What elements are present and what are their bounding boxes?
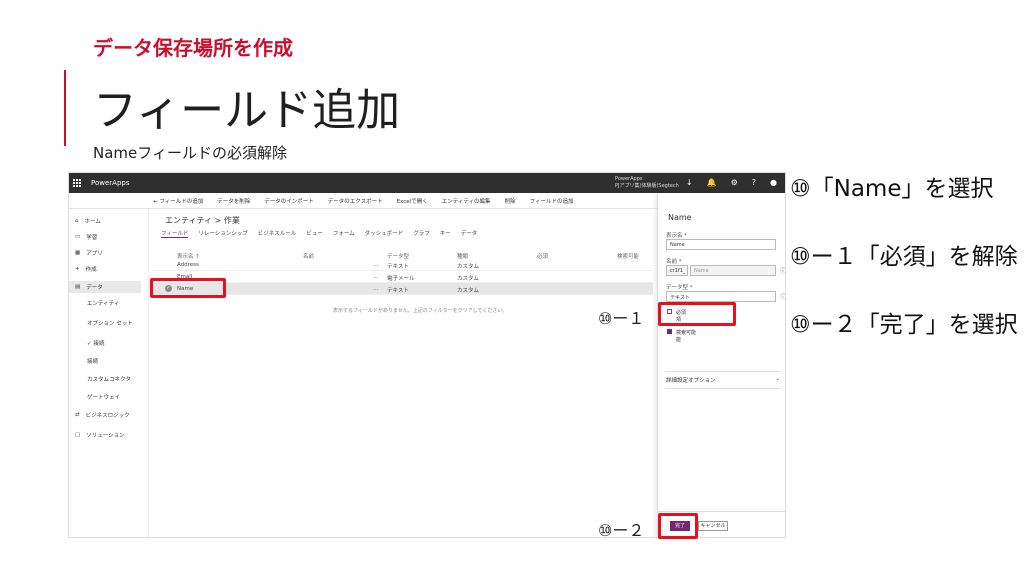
top-icons: ↓ 🔔 ⚙ ? ● xyxy=(686,178,777,187)
data-type-label: データ型 * xyxy=(666,285,693,291)
home-icon: ⌂ xyxy=(75,218,79,224)
searchable-box[interactable] xyxy=(667,329,672,334)
highlight-name-row xyxy=(150,278,226,298)
toolbar-delete-data[interactable]: データを削除 xyxy=(217,197,250,205)
sidebar-item-custom-connectors[interactable]: カスタムコネクタ xyxy=(87,375,159,383)
entity-main: エンティティ > 作業 フィールド リレーションシップ ビジネスルール ビュー … xyxy=(153,209,653,537)
tab-dashboards[interactable]: ダッシュボード xyxy=(365,229,404,238)
tab-business-rules[interactable]: ビジネスルール xyxy=(258,229,297,238)
toolbar-edit-entity[interactable]: エンティティの編集 xyxy=(442,197,491,205)
book-icon: ▭ xyxy=(75,234,81,240)
flow-icon: ⇄ xyxy=(75,412,80,418)
sidebar-item-home[interactable]: ⌂ ホーム xyxy=(75,217,147,225)
toolbar-export[interactable]: データのエクスポート xyxy=(328,197,383,205)
name-label: 名前 * xyxy=(666,259,682,265)
name-input: Name xyxy=(690,265,776,276)
cancel-button[interactable]: キャンセル xyxy=(698,521,728,531)
table-row[interactable]: Address … テキスト カスタム xyxy=(153,259,653,271)
sidebar-item-connect[interactable]: 接続 xyxy=(87,357,159,365)
gear-icon[interactable]: ⚙ xyxy=(731,178,738,187)
toolbar-add-field-2[interactable]: フィールドの追加 xyxy=(530,197,574,205)
entity-breadcrumb: エンティティ > 作業 xyxy=(165,216,240,225)
sidebar-item-option-sets[interactable]: オプション セット xyxy=(87,319,159,327)
table-header: 表示名 ↑ 名前 データ型 種類 必須 検索可能 xyxy=(177,254,640,260)
plus-icon: + xyxy=(75,266,80,272)
solution-icon: ▢ xyxy=(75,432,81,438)
panel-title: Name xyxy=(668,213,692,222)
help-icon[interactable]: ? xyxy=(752,178,756,187)
display-name-label: 表示名 * xyxy=(666,233,687,239)
instruction-2: ⑩ー１「必須」を解除 xyxy=(790,244,1018,270)
left-nav: ⌂ ホーム ▭ 学習 ▦ アプリ + 作成 ▤ データ エンティティ オプション セット … xyxy=(69,209,149,537)
powerapps-screenshot: PowerApps PowerApps PJアプリ集(体験版)Segtech ↓… xyxy=(68,172,786,538)
advanced-options[interactable]: 詳細設定オプション ⌄ xyxy=(666,371,780,389)
sidebar-item-data[interactable]: ▤ データ xyxy=(69,281,141,293)
entity-tabs: フィールド リレーションシップ ビジネスルール ビュー フォーム ダッシュボード… xyxy=(161,229,477,238)
table-row[interactable]: Email … 電子メール カスタム xyxy=(153,271,653,283)
database-icon: ▤ xyxy=(75,284,81,290)
environment-label[interactable]: PowerApps PJアプリ集(体験版)Segtech xyxy=(615,176,679,190)
sidebar-item-connections[interactable]: ✓ 接続 xyxy=(87,339,159,347)
sidebar-item-business-logic[interactable]: ⇄ ビジネスロジック xyxy=(75,411,147,419)
info-icon[interactable]: ⓘ xyxy=(780,292,785,301)
slide-subtitle: データ保存場所を作成 xyxy=(93,36,293,60)
highlight-required-checkbox xyxy=(658,302,736,326)
toolbar-open-excel[interactable]: Excelで開く xyxy=(397,197,428,205)
bell-icon[interactable]: 🔔 xyxy=(707,178,717,187)
tab-forms[interactable]: フォーム xyxy=(333,229,355,238)
instruction-1: ⑩「Name」を選択 xyxy=(790,176,994,202)
sidebar-item-learn[interactable]: ▭ 学習 xyxy=(75,233,147,241)
toolbar-import[interactable]: データのインポート xyxy=(264,197,314,205)
callout-label-1: ⑩ー１ xyxy=(598,309,645,328)
tab-keys[interactable]: キー xyxy=(440,229,451,238)
sidebar-item-apps[interactable]: ▦ アプリ xyxy=(75,249,147,257)
slide-caption: Nameフィールドの必須解除 xyxy=(93,144,287,162)
download-icon[interactable]: ↓ xyxy=(686,178,693,187)
sidebar-item-gateways[interactable]: ゲートウェイ xyxy=(87,393,159,401)
chevron-down-icon: ⌄ xyxy=(775,376,780,382)
top-bar: PowerApps PowerApps PJアプリ集(体験版)Segtech ↓… xyxy=(69,173,785,193)
table-row-selected[interactable]: ✓ Name … テキスト カスタム xyxy=(153,283,653,295)
table-note: 表示するフィールドがありません。上記のフィルターをクリアしてください。 xyxy=(333,308,508,314)
sidebar-item-entities[interactable]: エンティティ xyxy=(87,299,159,307)
tab-relationships[interactable]: リレーションシップ xyxy=(198,229,247,238)
sidebar-item-create[interactable]: + 作成 xyxy=(75,265,147,273)
field-panel: Name 表示名 * Name 名前 * cr1f1_ Name ⓘ データ型 … xyxy=(657,193,785,537)
sidebar-item-solutions[interactable]: ▢ ソリューション xyxy=(75,431,147,439)
tab-fields[interactable]: フィールド xyxy=(161,229,189,238)
app-name[interactable]: PowerApps xyxy=(91,179,130,187)
display-name-input[interactable]: Name xyxy=(666,239,776,250)
info-icon[interactable]: ⓘ xyxy=(780,266,785,275)
apps-icon: ▦ xyxy=(75,250,81,256)
tab-charts[interactable]: グラフ xyxy=(413,229,430,238)
tab-data[interactable]: データ xyxy=(461,229,478,238)
avatar[interactable]: ● xyxy=(770,178,777,187)
waffle-icon[interactable] xyxy=(73,179,81,187)
instructions: ⑩「Name」を選択 ⑩ー１「必須」を解除 ⑩ー２「完了」を選択 xyxy=(790,172,1020,376)
toolbar-delete[interactable]: 削除 xyxy=(505,197,516,205)
slide-title: フィールド追加 xyxy=(93,85,401,136)
tab-views[interactable]: ビュー xyxy=(306,229,323,238)
toolbar-add-field[interactable]: ← フィールドの追加 xyxy=(153,197,203,205)
prefix-input: cr1f1_ xyxy=(666,265,688,276)
highlight-done-button xyxy=(658,513,698,539)
callout-label-2: ⑩ー２ xyxy=(598,521,645,540)
searchable-checkbox[interactable]: 検索可能能 xyxy=(667,329,696,343)
instruction-3: ⑩ー２「完了」を選択 xyxy=(790,312,1018,338)
data-type-select[interactable]: テキスト xyxy=(666,291,776,302)
title-accent-bar xyxy=(64,70,66,146)
